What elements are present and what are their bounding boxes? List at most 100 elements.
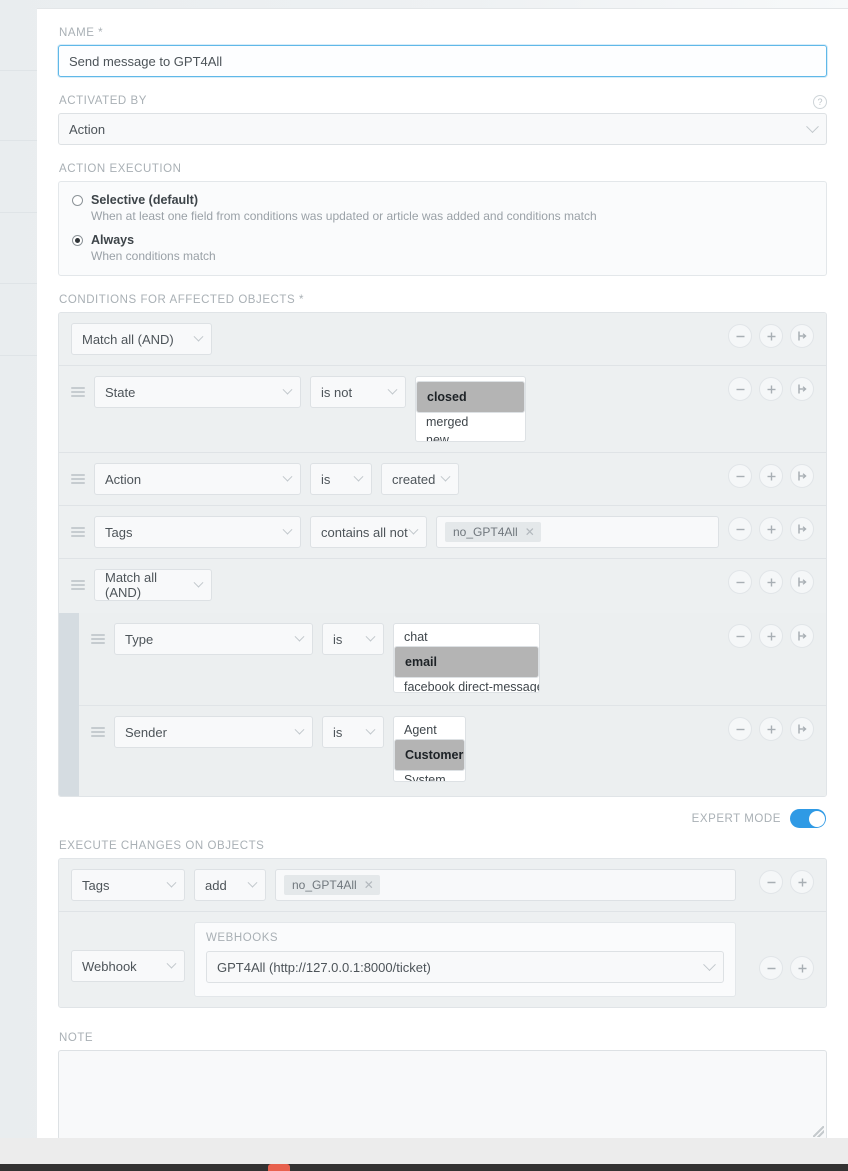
tag-chip[interactable]: no_GPT4All ✕	[284, 875, 380, 895]
subgroup-value-listbox-sender[interactable]: Agent Customer System	[393, 716, 466, 782]
execute-operator-select-tags[interactable]: add	[194, 869, 266, 901]
chevron-down-icon	[166, 877, 177, 888]
bottom-band	[0, 1138, 848, 1164]
listbox-option[interactable]: new	[416, 431, 525, 441]
execute-field-select-webhook[interactable]: Webhook	[71, 950, 185, 982]
note-label: NOTE	[59, 1032, 94, 1044]
subgroup-match-mode-row: Match all (AND)	[59, 559, 826, 613]
condition-operator-value: contains all not	[321, 524, 408, 540]
condition-field-select-state[interactable]: State	[94, 376, 301, 408]
condition-operator-select-tags[interactable]: contains all not	[310, 516, 427, 548]
add-condition-button[interactable]	[759, 464, 783, 488]
drag-handle-icon[interactable]	[71, 472, 85, 486]
remove-condition-button[interactable]	[728, 517, 752, 541]
add-condition-button[interactable]	[759, 570, 783, 594]
remove-condition-button[interactable]	[728, 464, 752, 488]
listbox-option[interactable]: email	[394, 646, 539, 678]
chevron-down-icon	[387, 384, 398, 395]
subgroup-operator-select-type[interactable]: is	[322, 623, 384, 655]
remove-condition-button[interactable]	[728, 717, 752, 741]
name-input[interactable]: Send message to GPT4All	[58, 45, 827, 77]
subgroup-operator-value: is	[333, 724, 343, 740]
drag-handle-icon[interactable]	[71, 525, 85, 539]
add-action-button[interactable]	[790, 870, 814, 894]
listbox-option[interactable]: Customer	[394, 739, 465, 771]
subgroup-value-listbox-type[interactable]: chat email facebook direct-message faceb…	[393, 623, 540, 693]
condition-operator-select-action[interactable]: is	[310, 463, 372, 495]
add-subgroup-icon[interactable]	[790, 464, 814, 488]
condition-value: created	[392, 471, 436, 487]
condition-value-listbox-state[interactable]: closed merged new open	[415, 376, 526, 442]
execute-field-value: Webhook	[82, 958, 137, 974]
radio-option-selective[interactable]: Selective (default)	[72, 193, 813, 207]
condition-field-value: Action	[105, 471, 142, 487]
radio-icon-selective	[72, 194, 83, 206]
add-subgroup-icon[interactable]	[790, 717, 814, 741]
subgroup-field-select-sender[interactable]: Sender	[114, 716, 313, 748]
conditions-panel: Match all (AND) State is not closed merg…	[58, 312, 827, 797]
note-textarea[interactable]	[58, 1050, 827, 1138]
listbox-option[interactable]: facebook direct-message	[394, 678, 539, 692]
chevron-down-icon	[282, 471, 293, 482]
add-subgroup-icon[interactable]	[790, 570, 814, 594]
add-condition-button[interactable]	[759, 324, 783, 348]
subgroup-field-value: Type	[125, 631, 154, 647]
webhook-select[interactable]: GPT4All (http://127.0.0.1:8000/ticket)	[206, 951, 724, 983]
remove-condition-button[interactable]	[728, 324, 752, 348]
chevron-down-icon	[806, 119, 819, 133]
condition-field-select-tags[interactable]: Tags	[94, 516, 301, 548]
name-label: NAME *	[59, 27, 104, 39]
add-condition-button[interactable]	[759, 624, 783, 648]
add-condition-button[interactable]	[759, 517, 783, 541]
add-subgroup-icon[interactable]	[790, 324, 814, 348]
tag-chip-label: no_GPT4All	[292, 878, 357, 892]
subgroup-operator-select-sender[interactable]: is	[322, 716, 384, 748]
chevron-down-icon	[365, 724, 376, 735]
subgroup-match-mode-select[interactable]: Match all (AND)	[94, 569, 212, 601]
listbox-option[interactable]: Agent	[394, 721, 465, 739]
tag-chip[interactable]: no_GPT4All ✕	[445, 522, 541, 542]
drag-handle-icon[interactable]	[71, 385, 85, 399]
subgroup-row-sender: Sender is Agent Customer System	[79, 706, 826, 796]
listbox-option[interactable]: chat	[394, 628, 539, 646]
tag-chip-label: no_GPT4All	[453, 525, 518, 539]
drag-handle-icon[interactable]	[91, 632, 105, 646]
help-circle-icon[interactable]: ?	[813, 95, 827, 109]
close-icon[interactable]: ✕	[364, 878, 374, 892]
activated-by-select[interactable]: Action	[58, 113, 827, 145]
drag-handle-icon[interactable]	[91, 725, 105, 739]
remove-condition-button[interactable]	[728, 377, 752, 401]
condition-field-select-action[interactable]: Action	[94, 463, 301, 495]
webhook-value: GPT4All (http://127.0.0.1:8000/ticket)	[217, 959, 431, 975]
remove-condition-button[interactable]	[728, 570, 752, 594]
condition-value-select-action[interactable]: created	[381, 463, 459, 495]
expert-mode-toggle[interactable]	[790, 809, 826, 828]
subgroup-field-select-type[interactable]: Type	[114, 623, 313, 655]
conditions-match-mode-value: Match all (AND)	[82, 331, 174, 347]
execute-field-select-tags[interactable]: Tags	[71, 869, 185, 901]
listbox-option[interactable]: closed	[416, 381, 525, 413]
add-condition-button[interactable]	[759, 717, 783, 741]
conditions-match-mode-select[interactable]: Match all (AND)	[71, 323, 212, 355]
condition-value-chips-tags[interactable]: no_GPT4All ✕	[436, 516, 719, 548]
condition-field-value: State	[105, 384, 136, 400]
add-subgroup-icon[interactable]	[790, 624, 814, 648]
resize-handle-icon[interactable]	[813, 1126, 824, 1137]
add-action-button[interactable]	[790, 956, 814, 980]
listbox-option[interactable]: merged	[416, 413, 525, 431]
add-subgroup-icon[interactable]	[790, 517, 814, 541]
radio-option-always[interactable]: Always	[72, 233, 813, 247]
execute-value-chips-tags[interactable]: no_GPT4All ✕	[275, 869, 736, 901]
remove-condition-button[interactable]	[728, 624, 752, 648]
condition-operator-select-state[interactable]: is not	[310, 376, 406, 408]
close-icon[interactable]: ✕	[525, 525, 535, 539]
subgroup-field-value: Sender	[125, 724, 167, 740]
listbox-option[interactable]: System	[394, 771, 465, 781]
radio-title-selective: Selective (default)	[91, 193, 198, 207]
activated-by-label: ACTIVATED BY	[59, 95, 147, 107]
add-condition-button[interactable]	[759, 377, 783, 401]
remove-action-button[interactable]	[759, 956, 783, 980]
add-subgroup-icon[interactable]	[790, 377, 814, 401]
remove-action-button[interactable]	[759, 870, 783, 894]
drag-handle-icon[interactable]	[71, 578, 85, 592]
